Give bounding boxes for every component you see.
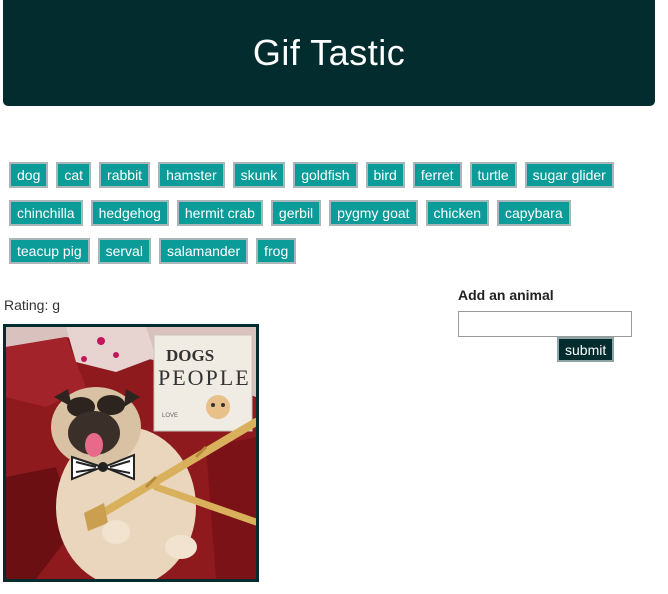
animal-button-ferret[interactable]: ferret xyxy=(412,162,462,188)
animal-button-skunk[interactable]: skunk xyxy=(232,162,286,188)
animal-buttons-container: dog cat rabbit hamster skunk goldfish bird ferr… xyxy=(5,160,645,274)
add-animal-input[interactable] xyxy=(458,311,632,337)
page-title: Gif Tastic xyxy=(252,32,406,73)
animal-button-chicken[interactable]: chicken xyxy=(425,200,490,226)
animal-button-rabbit[interactable]: rabbit xyxy=(99,162,151,188)
gif-image[interactable]: DOGS PEOPLE LOVE xyxy=(3,324,259,582)
page-header: Gif Tastic xyxy=(3,0,655,106)
submit-button[interactable]: submit xyxy=(557,337,615,362)
svg-text:DOGS: DOGS xyxy=(166,346,214,365)
animal-button-goldfish[interactable]: goldfish xyxy=(293,162,358,188)
svg-text:PEOPLE: PEOPLE xyxy=(158,365,251,390)
animal-button-hermit-crab[interactable]: hermit crab xyxy=(176,200,263,226)
pug-gif-illustration: DOGS PEOPLE LOVE xyxy=(6,327,256,579)
animal-button-bird[interactable]: bird xyxy=(365,162,405,188)
animal-button-gerbil[interactable]: gerbil xyxy=(270,200,322,226)
animal-button-frog[interactable]: frog xyxy=(256,238,297,264)
animal-button-chinchilla[interactable]: chinchilla xyxy=(9,200,83,226)
animal-button-turtle[interactable]: turtle xyxy=(469,162,517,188)
animal-button-cat[interactable]: cat xyxy=(56,162,92,188)
animal-button-pygmy-goat[interactable]: pygmy goat xyxy=(329,200,418,226)
animal-button-hamster[interactable]: hamster xyxy=(158,162,225,188)
animal-button-dog[interactable]: dog xyxy=(9,162,49,188)
animal-button-sugar-glider[interactable]: sugar glider xyxy=(524,162,614,188)
gif-rating: Rating: g xyxy=(4,297,61,313)
animal-button-salamander[interactable]: salamander xyxy=(158,238,249,264)
animal-button-capybara[interactable]: capybara xyxy=(497,200,571,226)
animal-button-hedgehog[interactable]: hedgehog xyxy=(90,200,169,226)
animal-button-serval[interactable]: serval xyxy=(97,238,151,264)
svg-text:LOVE: LOVE xyxy=(162,413,178,419)
add-animal-label: Add an animal xyxy=(458,287,554,303)
animal-button-teacup-pig[interactable]: teacup pig xyxy=(9,238,90,264)
add-animal-form: Add an animal submit xyxy=(458,287,638,362)
